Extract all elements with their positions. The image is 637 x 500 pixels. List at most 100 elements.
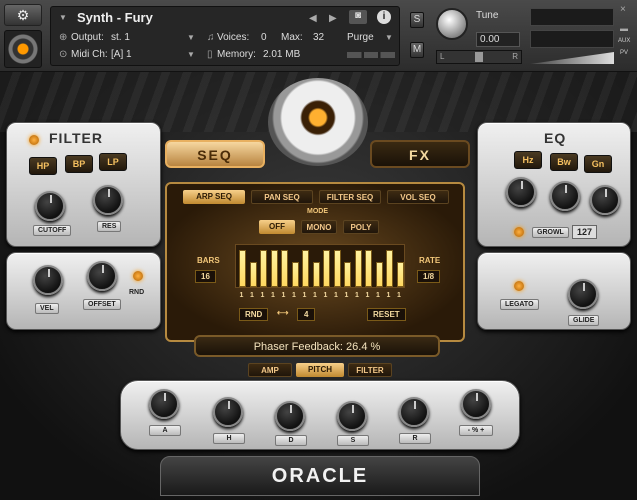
step-bar[interactable] (260, 250, 267, 287)
step-number[interactable]: 1 (238, 292, 245, 299)
aux-button[interactable]: AUX (618, 38, 630, 44)
step-bar[interactable] (386, 250, 393, 287)
mute-button[interactable]: M (410, 42, 424, 58)
step-number[interactable]: 1 (354, 292, 361, 299)
attack-knob[interactable] (149, 389, 179, 419)
volume-slider[interactable] (530, 52, 614, 64)
instrument-name[interactable]: Synth - Fury (77, 10, 153, 25)
seq-tab[interactable]: SEQ (165, 140, 265, 168)
step-bar[interactable] (270, 250, 278, 287)
purge-label[interactable]: Purge (347, 32, 374, 43)
step-bar-graph[interactable] (235, 244, 405, 288)
midi-channel-value[interactable]: [A] 1 (111, 49, 132, 60)
env-pitch-tab[interactable]: PITCH (296, 363, 344, 377)
tab-pan-seq[interactable]: PAN SEQ (251, 190, 313, 204)
glide-knob[interactable] (568, 279, 598, 309)
filter-led[interactable] (29, 135, 39, 145)
close-icon[interactable]: × (620, 4, 626, 15)
step-number[interactable]: 1 (396, 292, 403, 299)
filter-lp-button[interactable]: LP (99, 153, 127, 171)
eq-bw-knob[interactable] (550, 181, 580, 211)
tune-value[interactable]: 0.00 (476, 32, 520, 47)
collapse-icon[interactable]: ▬ (620, 24, 628, 33)
tab-filter-seq[interactable]: FILTER SEQ (319, 190, 381, 204)
bars-value[interactable]: 16 (195, 270, 216, 283)
purge-dropdown-icon[interactable]: ▼ (385, 33, 393, 42)
step-bar[interactable] (239, 250, 246, 287)
output-value[interactable]: st. 1 (111, 32, 130, 43)
max-voices-value[interactable]: 32 (313, 32, 324, 43)
solo-button[interactable]: S (410, 12, 424, 28)
step-number[interactable]: 1 (249, 292, 256, 299)
rate-value[interactable]: 1/8 (417, 270, 441, 283)
filter-hp-button[interactable]: HP (29, 157, 57, 175)
step-number[interactable]: 1 (291, 292, 298, 299)
wrench-icon[interactable]: ⚙ (4, 4, 42, 26)
growl-value[interactable]: 127 (572, 225, 598, 239)
rnd-steps-value[interactable]: 4 (297, 308, 316, 321)
res-knob[interactable] (93, 185, 123, 215)
eq-bw-button[interactable]: Bw (550, 153, 578, 171)
step-number[interactable]: 1 (322, 292, 329, 299)
mode-off-button[interactable]: OFF (259, 220, 295, 234)
offset-knob[interactable] (87, 261, 117, 291)
cutoff-knob[interactable] (35, 191, 65, 221)
camera-icon[interactable]: ◙ (349, 10, 367, 24)
step-number[interactable]: 1 (333, 292, 340, 299)
env-filter-tab[interactable]: FILTER (348, 363, 392, 377)
step-number[interactable]: 1 (375, 292, 382, 299)
step-bar[interactable] (302, 250, 309, 287)
step-bar[interactable] (281, 250, 288, 287)
eq-hz-button[interactable]: Hz (514, 151, 542, 169)
output-dropdown-icon[interactable]: ▼ (187, 33, 195, 42)
step-bar[interactable] (375, 262, 383, 287)
env-amp-tab[interactable]: AMP (248, 363, 292, 377)
tab-vol-seq[interactable]: VOL SEQ (387, 190, 449, 204)
step-number[interactable]: 1 (270, 292, 277, 299)
info-icon[interactable]: i (377, 10, 391, 24)
step-bar[interactable] (365, 250, 372, 287)
release-knob[interactable] (399, 397, 429, 427)
step-number[interactable]: 1 (259, 292, 266, 299)
mode-mono-button[interactable]: MONO (301, 220, 337, 234)
instrument-menu-icon[interactable]: ▼ (59, 13, 67, 22)
vel-knob[interactable] (33, 265, 63, 295)
step-number[interactable]: 1 (301, 292, 308, 299)
step-number[interactable]: 1 (385, 292, 392, 299)
filter-bp-button[interactable]: BP (65, 155, 93, 173)
next-instrument-button[interactable]: ▶ (329, 13, 337, 24)
step-number[interactable]: 1 (312, 292, 319, 299)
step-number[interactable]: 1 (364, 292, 371, 299)
step-bar[interactable] (312, 262, 320, 287)
pan-slider[interactable]: L R (436, 50, 522, 64)
eq-gn-button[interactable]: Gn (584, 155, 612, 173)
decay-knob[interactable] (275, 401, 305, 431)
step-number[interactable]: 1 (343, 292, 350, 299)
step-bar[interactable] (354, 250, 362, 287)
reset-button[interactable]: RESET (367, 308, 406, 321)
tab-arp-seq[interactable]: ARP SEQ (183, 190, 245, 204)
fx-tab[interactable]: FX (370, 140, 470, 168)
pan-handle[interactable] (475, 52, 483, 62)
hold-knob[interactable] (213, 397, 243, 427)
step-bar[interactable] (396, 262, 404, 287)
tune-knob[interactable] (436, 8, 468, 40)
midi-dropdown-icon[interactable]: ▼ (187, 50, 195, 59)
prev-instrument-button[interactable]: ◀ (309, 13, 317, 24)
step-bar[interactable] (291, 262, 299, 287)
pv-button[interactable]: PV (620, 50, 628, 56)
rnd-button[interactable]: RND (239, 308, 269, 321)
step-bar[interactable] (323, 250, 330, 287)
sustain-knob[interactable] (337, 401, 367, 431)
eq-gn-knob[interactable] (590, 185, 620, 215)
step-number[interactable]: 1 (280, 292, 287, 299)
eq-hz-knob[interactable] (506, 177, 536, 207)
mode-poly-button[interactable]: POLY (343, 220, 379, 234)
env-amount-knob[interactable] (461, 389, 491, 419)
growl-led[interactable] (514, 227, 524, 237)
step-bar[interactable] (249, 262, 257, 287)
rnd-led[interactable] (133, 271, 143, 281)
step-bar[interactable] (333, 250, 341, 287)
legato-led[interactable] (514, 281, 524, 291)
step-bar[interactable] (344, 262, 351, 287)
